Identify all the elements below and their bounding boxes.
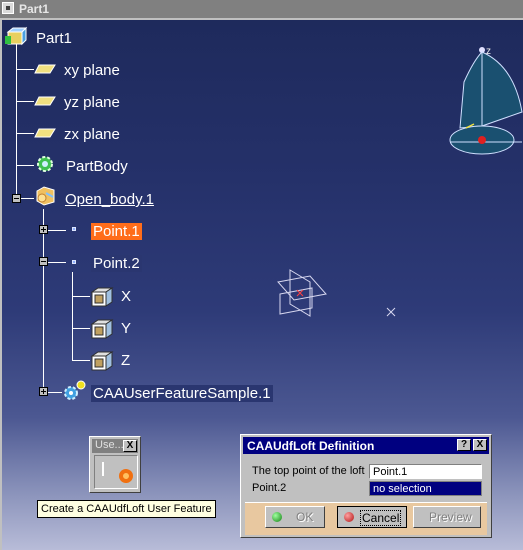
cancel-button[interactable]: Cancel [337,506,407,528]
create-udf-loft-button[interactable] [94,455,138,489]
point-geometry-icon[interactable] [270,266,334,322]
point2-label: Point.2 [252,482,287,494]
tree-line [21,198,34,199]
plane-icon[interactable] [34,94,56,108]
tree-line [48,262,66,263]
tree-line [72,272,73,360]
tree-line [72,296,90,297]
user-feature-icon[interactable] [62,379,88,403]
tree-node-zx-plane[interactable]: zx plane [64,126,120,143]
user-feature-toolbar: Use... X [89,436,141,493]
toolbar-title: Use... [95,439,124,451]
point2-field[interactable]: no selection [369,481,482,496]
tree-node-xy-plane[interactable]: xy plane [64,62,120,79]
tree-node-point2[interactable]: Point.2 [91,255,142,272]
tree-line [16,133,34,134]
parameter-icon[interactable] [90,318,116,340]
top-point-label: The top point of the loft [252,465,365,477]
compass-icon[interactable] [444,42,523,162]
tree-node-z[interactable]: Z [121,352,130,369]
part-icon[interactable] [4,26,28,48]
point-icon [72,227,76,231]
tree-line [72,360,90,361]
document-icon [2,2,14,14]
tree-line [48,392,62,393]
window-titlebar[interactable]: Part1 [0,0,523,18]
tooltip: Create a CAAUdfLoft User Feature [37,500,216,518]
toolbar-close-button[interactable]: X [123,440,137,452]
plane-icon[interactable] [34,126,56,140]
plane-icon[interactable] [34,62,56,76]
tree-node-y[interactable]: Y [121,320,131,337]
body-gear-icon[interactable] [34,153,56,175]
udf-loft-icon [102,462,133,483]
preview-label: Preview [429,510,472,524]
top-point-field[interactable]: Point.1 [369,464,482,479]
tree-node-x[interactable]: X [121,288,131,305]
tree-line [16,165,34,166]
tree-line [16,40,17,200]
cancel-red-icon [344,512,354,522]
collapse-toggle[interactable] [39,257,48,266]
tree-line [72,328,90,329]
caaudfloft-definition-dialog: CAAUdfLoft Definition ? X The top point … [240,434,492,538]
tree-line [16,101,34,102]
expand-toggle[interactable] [39,387,48,396]
tree-node-partbody[interactable]: PartBody [66,158,128,175]
ok-green-icon [272,512,282,522]
tree-node-user-feature[interactable]: CAAUserFeatureSample.1 [91,385,273,402]
cancel-label: Cancel [360,510,402,526]
tree-node-part1[interactable]: Part1 [36,30,72,47]
compass-z-label: z [486,46,491,57]
open-body-icon[interactable] [34,184,58,208]
tree-line [43,209,44,393]
dialog-close-button[interactable]: X [473,439,487,451]
point-cross-icon[interactable] [385,306,397,318]
collapse-toggle[interactable] [12,194,21,203]
ok-label: OK [296,510,314,524]
ok-button[interactable]: OK [265,506,325,528]
dialog-titlebar[interactable]: CAAUdfLoft Definition ? X [243,437,489,454]
tree-node-open-body[interactable]: Open_body.1 [65,191,154,208]
dialog-help-button[interactable]: ? [457,439,471,451]
toolbar-titlebar[interactable]: Use... X [92,439,138,453]
expand-toggle[interactable] [39,225,48,234]
tree-line [48,230,66,231]
point-icon [72,260,76,264]
dialog-title: CAAUdfLoft Definition [247,439,375,453]
parameter-icon[interactable] [90,286,116,308]
preview-button[interactable]: Preview [413,506,481,528]
tree-node-yz-plane[interactable]: yz plane [64,94,120,111]
tree-line [16,69,34,70]
tree-node-point1[interactable]: Point.1 [91,223,142,240]
catia-window: Part1 Part1 xy plane yz plane zx plane P… [0,0,523,550]
parameter-icon[interactable] [90,350,116,372]
window-title: Part1 [19,2,50,16]
